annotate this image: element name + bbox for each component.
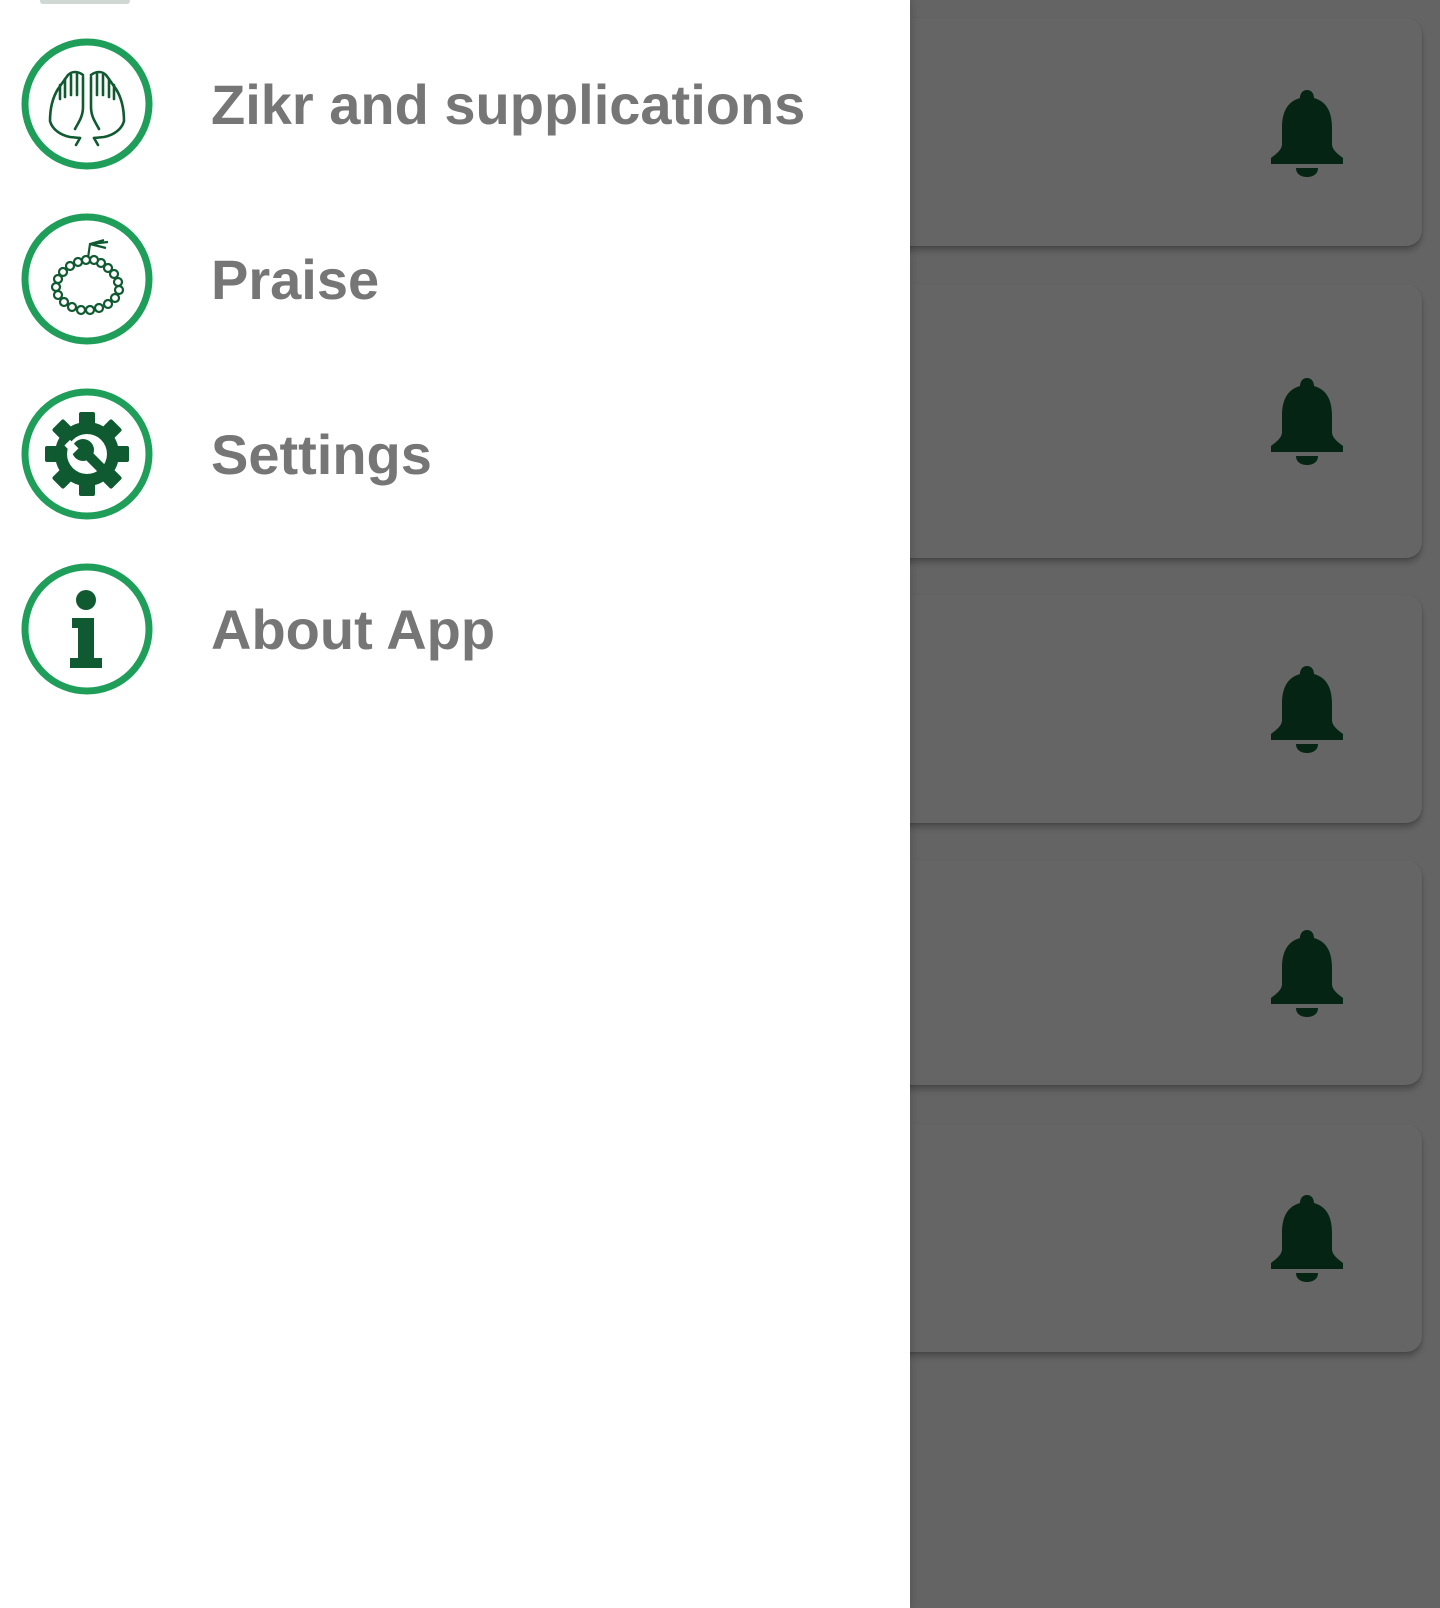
- navigation-drawer: Zikr and supplications Praise Settings A…: [0, 0, 910, 1608]
- menu-item-label: Zikr and supplications: [211, 73, 806, 136]
- menu-item-about[interactable]: About App: [0, 525, 910, 695]
- prayer-beads-icon: [20, 212, 154, 346]
- info-icon: [20, 562, 154, 696]
- praying-hands-icon: [20, 37, 154, 171]
- bell-icon[interactable]: [1268, 376, 1346, 466]
- bell-icon[interactable]: [1268, 928, 1346, 1018]
- menu-item-label: About App: [211, 598, 496, 661]
- bell-icon[interactable]: [1268, 664, 1346, 754]
- menu-item-label: Settings: [211, 423, 432, 486]
- gear-wrench-icon: [20, 387, 154, 521]
- menu-item-settings[interactable]: Settings: [0, 350, 910, 520]
- bell-icon[interactable]: [1268, 1193, 1346, 1283]
- menu-item-label: Praise: [211, 248, 380, 311]
- app-screen: Zikr and supplications Praise Settings A…: [0, 0, 1440, 1608]
- bell-icon[interactable]: [1268, 88, 1346, 178]
- menu-item-zikr[interactable]: Zikr and supplications: [0, 0, 910, 170]
- menu-item-praise[interactable]: Praise: [0, 175, 910, 345]
